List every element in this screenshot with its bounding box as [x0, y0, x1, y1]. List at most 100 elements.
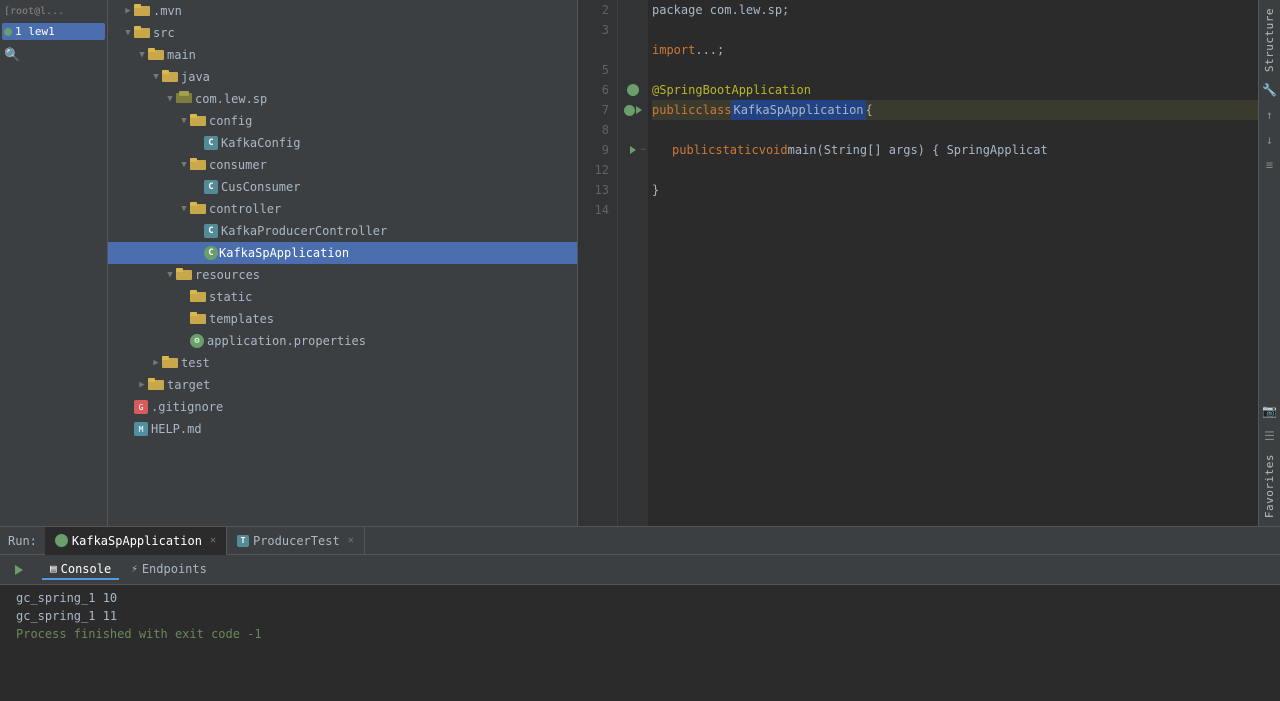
- tree-item-application.properties[interactable]: ⚙application.properties: [108, 330, 577, 352]
- tree-item-src[interactable]: ▼src: [108, 22, 577, 44]
- run-tab-kafka[interactable]: KafkaSpApplication ✕: [45, 527, 227, 555]
- tree-arrow-resources[interactable]: ▼: [164, 268, 176, 282]
- folder-icon-mvn: [134, 3, 150, 19]
- tree-arrow-config[interactable]: ▼: [178, 114, 190, 128]
- code-gutter: −: [618, 0, 648, 526]
- tree-arrow-KafkaProducerController: [192, 224, 204, 238]
- folder-icon-static: [190, 289, 206, 305]
- up-arrow-icon[interactable]: ↑: [1261, 106, 1279, 124]
- tree-arrow-java[interactable]: ▼: [150, 70, 162, 84]
- tree-label-KafkaSpApplication: KafkaSpApplication: [219, 246, 349, 260]
- down-arrow-icon[interactable]: ↓: [1261, 131, 1279, 149]
- run-section-tabs: ▤ Console ⚡ Endpoints: [42, 560, 215, 580]
- run-play-button[interactable]: [8, 559, 30, 581]
- run-gutter-icon[interactable]: [636, 106, 642, 114]
- endpoints-tab[interactable]: ⚡ Endpoints: [123, 560, 215, 580]
- console-output: gc_spring_1 10 gc_spring_1 11 Process fi…: [0, 585, 1280, 701]
- code-line-5: [652, 60, 1258, 80]
- folder-icon-resources: [176, 267, 192, 283]
- folder-icon-templates: [190, 311, 206, 327]
- code-editor: 2 3 5 6 7 8 9 12 13 14: [578, 0, 1258, 526]
- tree-label-resources: resources: [195, 268, 260, 282]
- console-line-1: gc_spring_1 10: [16, 589, 1272, 607]
- code-line-7: public class KafkaSpApplication {: [652, 100, 1258, 120]
- run-label: Run:: [8, 534, 37, 548]
- left-strip: [root@l... 1 lew1 🔍: [0, 0, 108, 526]
- tree-arrow-target[interactable]: ▶: [136, 378, 148, 392]
- tree-arrow-controller[interactable]: ▼: [178, 202, 190, 216]
- tree-arrow-src[interactable]: ▼: [122, 26, 134, 40]
- folder-icon-src: [134, 25, 150, 41]
- tree-item-config[interactable]: ▼ config: [108, 110, 577, 132]
- line-numbers: 2 3 5 6 7 8 9 12 13 14: [578, 0, 618, 526]
- code-line-8: [652, 120, 1258, 140]
- tree-label-gitignore: .gitignore: [151, 400, 223, 414]
- folder-icon-main: [148, 47, 164, 63]
- tree-item-com.lew.sp[interactable]: ▼com.lew.sp: [108, 88, 577, 110]
- tree-arrow-templates: [178, 312, 190, 326]
- tree-item-consumer[interactable]: ▼consumer: [108, 154, 577, 176]
- tab-icon: [4, 28, 12, 36]
- tab-label: 1 lew1: [15, 25, 55, 38]
- code-line-12: [652, 160, 1258, 180]
- tree-item-java[interactable]: ▼java: [108, 66, 577, 88]
- tree-item-mvn[interactable]: ▶.mvn: [108, 0, 577, 22]
- tree-arrow-mvn[interactable]: ▶: [122, 4, 134, 18]
- tree-item-KafkaProducerController[interactable]: CKafkaProducerController: [108, 220, 577, 242]
- tree-item-resources[interactable]: ▼ resources: [108, 264, 577, 286]
- code-line-3: [652, 20, 1258, 40]
- code-line-9: public static void main(String[] args) {…: [652, 140, 1258, 160]
- tree-label-CusConsumer: CusConsumer: [221, 180, 300, 194]
- producer-tab-close[interactable]: ✕: [348, 535, 354, 546]
- tree-arrow-main[interactable]: ▼: [136, 48, 148, 62]
- tree-label-main: main: [167, 48, 196, 62]
- tree-arrow-consumer[interactable]: ▼: [178, 158, 190, 172]
- tree-arrow-CusConsumer: [192, 180, 204, 194]
- tree-item-gitignore[interactable]: G.gitignore: [108, 396, 577, 418]
- tree-arrow-static: [178, 290, 190, 304]
- file-tree: ▶.mvn▼src▼main▼java▼com.lew.sp▼configCKa…: [108, 0, 578, 526]
- tab-item[interactable]: 1 lew1: [2, 23, 105, 40]
- tree-item-HELP.md[interactable]: MHELP.md: [108, 418, 577, 440]
- folder-icon-java: [162, 69, 178, 85]
- fold-icon[interactable]: −: [641, 145, 646, 155]
- tree-item-test[interactable]: ▶test: [108, 352, 577, 374]
- endpoints-icon: ⚡: [131, 562, 138, 575]
- spring-icon-KafkaSpApplication: C: [204, 246, 218, 260]
- favorites-label[interactable]: Favorites: [1263, 450, 1276, 522]
- tree-item-controller[interactable]: ▼ controller: [108, 198, 577, 220]
- terminal-label: [root@l...: [2, 4, 105, 19]
- package-icon-com.lew.sp: [176, 91, 192, 107]
- tree-item-main[interactable]: ▼ main: [108, 44, 577, 66]
- kafka-tab-close[interactable]: ✕: [210, 535, 216, 546]
- console-icon: ▤: [50, 562, 57, 575]
- right-panel: Structure 🔧 ↑ ↓ ≡ 📷 ☰ Favorites: [1258, 0, 1280, 526]
- bookmark-icon[interactable]: ≡: [1261, 156, 1279, 174]
- tree-item-static[interactable]: static: [108, 286, 577, 308]
- tree-arrow-com.lew.sp[interactable]: ▼: [164, 92, 176, 106]
- code-area: package com.lew.sp; import ...; @SpringB…: [648, 0, 1258, 526]
- run-tab-producer[interactable]: T ProducerTest ✕: [227, 527, 365, 555]
- tree-arrow-test[interactable]: ▶: [150, 356, 162, 370]
- tree-label-controller: controller: [209, 202, 281, 216]
- tree-label-application.properties: application.properties: [207, 334, 366, 348]
- tree-item-KafkaConfig[interactable]: CKafkaConfig: [108, 132, 577, 154]
- tree-item-CusConsumer[interactable]: CCusConsumer: [108, 176, 577, 198]
- run-method-icon[interactable]: [630, 146, 636, 154]
- code-line-4: import ...;: [652, 40, 1258, 60]
- tree-label-HELP.md: HELP.md: [151, 422, 202, 436]
- wrench-icon[interactable]: 🔧: [1261, 81, 1279, 99]
- class-icon-KafkaConfig: C: [204, 136, 218, 150]
- folder-icon-consumer: [190, 157, 206, 173]
- console-tab[interactable]: ▤ Console: [42, 560, 119, 580]
- tree-item-KafkaSpApplication[interactable]: CKafkaSpApplication: [108, 242, 577, 264]
- list-icon[interactable]: ☰: [1261, 427, 1279, 445]
- tree-item-target[interactable]: ▶target: [108, 374, 577, 396]
- search-button[interactable]: 🔍: [2, 46, 105, 65]
- camera-icon[interactable]: 📷: [1261, 402, 1279, 420]
- tree-item-templates[interactable]: templates: [108, 308, 577, 330]
- structure-label[interactable]: Structure: [1263, 4, 1276, 76]
- tree-label-config: config: [209, 114, 252, 128]
- producer-tab-label: ProducerTest: [253, 534, 340, 548]
- tree-arrow-KafkaConfig: [192, 136, 204, 150]
